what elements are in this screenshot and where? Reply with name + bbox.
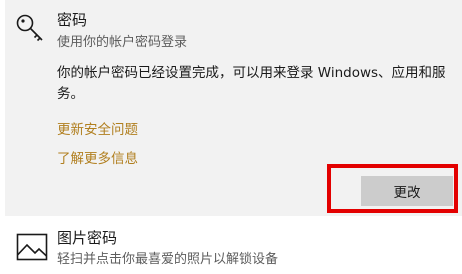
change-button[interactable]: 更改 <box>361 176 453 206</box>
password-title: 密码 <box>57 11 88 29</box>
password-subtitle: 使用你的帐户密码登录 <box>57 35 188 50</box>
learn-more-link[interactable]: 了解更多信息 <box>57 147 138 167</box>
picture-password-subtitle: 轻扫并点击你最喜爱的照片以解锁设备 <box>57 252 279 267</box>
picture-password-title[interactable]: 图片密码 <box>57 227 117 248</box>
picture-icon <box>16 233 48 261</box>
update-security-questions-link[interactable]: 更新安全问题 <box>57 118 138 138</box>
password-description: 你的帐户密码已经设置完成，可以用来登录 Windows、应用和服务。 <box>57 65 446 102</box>
key-icon <box>15 13 47 45</box>
